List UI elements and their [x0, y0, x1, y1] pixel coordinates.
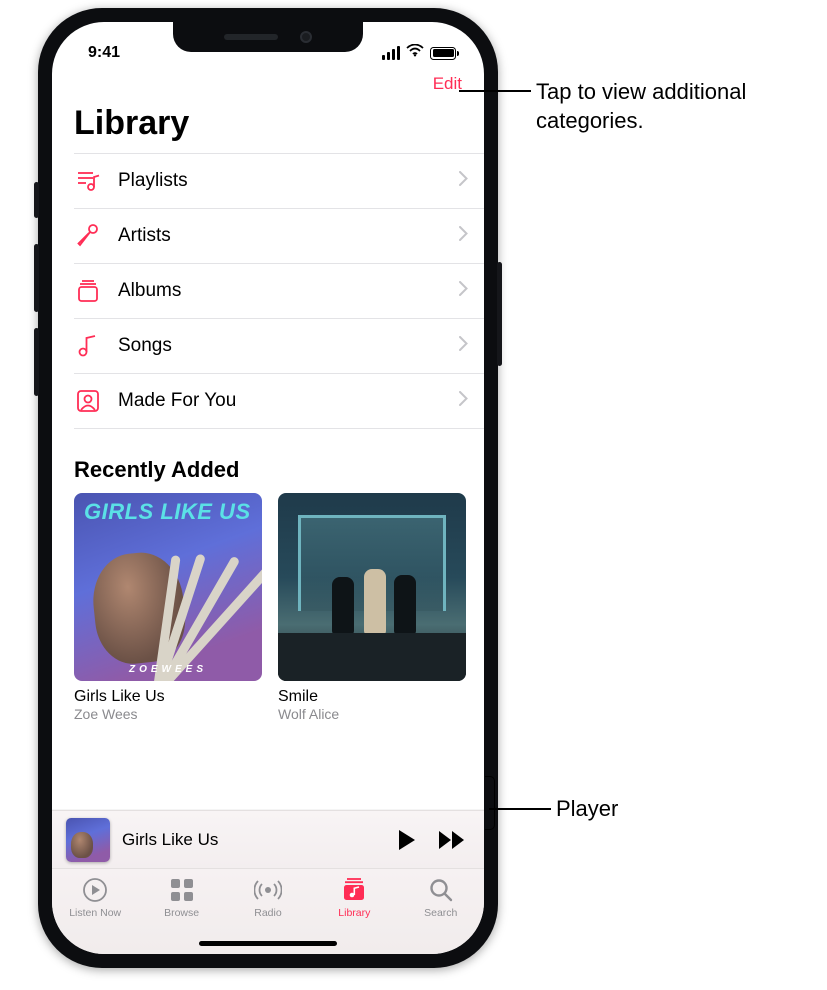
category-playlists[interactable]: Playlists: [74, 153, 484, 209]
side-button: [34, 182, 39, 218]
album-item[interactable]: Smile Wolf Alice: [278, 493, 466, 722]
tab-label: Radio: [254, 907, 281, 919]
cover-title-text: GIRLS LIKE US: [84, 499, 252, 525]
tab-search[interactable]: Search: [405, 876, 477, 954]
grid-icon: [170, 876, 194, 904]
callout-text: Tap to view additional categories.: [536, 79, 746, 133]
battery-icon: [430, 47, 456, 60]
edit-button[interactable]: Edit: [433, 74, 462, 94]
cellular-icon: [382, 46, 400, 60]
chevron-right-icon: [459, 171, 468, 191]
tab-label: Search: [424, 907, 457, 919]
callout-text: Player: [556, 796, 618, 821]
chevron-right-icon: [459, 391, 468, 411]
status-time: 9:41: [88, 44, 120, 62]
playlist-icon: [74, 167, 102, 195]
volume-down-button: [34, 328, 39, 396]
callout-player: Player: [556, 795, 618, 824]
chevron-right-icon: [459, 336, 468, 356]
category-label: Songs: [118, 335, 443, 357]
tab-listen-now[interactable]: Listen Now: [59, 876, 131, 954]
category-list: Playlists Artists Albums: [52, 153, 484, 429]
chevron-right-icon: [459, 281, 468, 301]
cover-artist-credit: ZOEWEES: [74, 664, 262, 675]
play-circle-icon: [82, 876, 108, 904]
now-playing-cover[interactable]: [66, 818, 110, 862]
phone-frame: 9:41 Edit Library Playlists: [38, 8, 498, 968]
category-label: Artists: [118, 225, 443, 247]
library-icon: [341, 876, 367, 904]
tab-bar: Listen Now Browse Radio Library Search: [52, 868, 484, 954]
category-label: Made For You: [118, 390, 443, 412]
chevron-right-icon: [459, 226, 468, 246]
category-songs[interactable]: Songs: [74, 319, 484, 374]
tab-label: Listen Now: [69, 907, 121, 919]
search-icon: [429, 876, 453, 904]
radio-icon: [254, 876, 282, 904]
home-indicator[interactable]: [199, 941, 337, 946]
category-label: Albums: [118, 280, 443, 302]
album-icon: [74, 277, 102, 305]
note-icon: [74, 332, 102, 360]
category-albums[interactable]: Albums: [74, 264, 484, 319]
category-artists[interactable]: Artists: [74, 209, 484, 264]
play-button[interactable]: [390, 823, 424, 857]
next-track-button[interactable]: [436, 823, 470, 857]
recently-added-list[interactable]: GIRLS LIKE US ZOEWEES Girls Like Us Zoe …: [52, 493, 484, 722]
album-artist: Zoe Wees: [74, 706, 262, 722]
now-playing-title: Girls Like Us: [122, 830, 378, 850]
recently-added-heading: Recently Added: [52, 429, 484, 493]
album-item[interactable]: GIRLS LIKE US ZOEWEES Girls Like Us Zoe …: [74, 493, 262, 722]
album-title: Smile: [278, 688, 466, 706]
category-made-for-you[interactable]: Made For You: [74, 374, 484, 429]
volume-up-button: [34, 244, 39, 312]
album-title: Girls Like Us: [74, 688, 262, 706]
tab-label: Browse: [164, 907, 199, 919]
album-artist: Wolf Alice: [278, 706, 466, 722]
microphone-icon: [74, 222, 102, 250]
mini-player[interactable]: Girls Like Us: [52, 810, 484, 868]
wifi-icon: [406, 44, 424, 62]
person-square-icon: [74, 387, 102, 415]
callout-bracket: [485, 776, 495, 830]
category-label: Playlists: [118, 170, 443, 192]
tab-label: Library: [338, 907, 370, 919]
screen: 9:41 Edit Library Playlists: [52, 22, 484, 954]
notch: [173, 22, 363, 52]
page-title: Library: [52, 104, 484, 153]
callout-edit: Tap to view additional categories.: [536, 78, 806, 135]
album-cover[interactable]: [278, 493, 466, 681]
power-button: [497, 262, 502, 366]
album-cover[interactable]: GIRLS LIKE US ZOEWEES: [74, 493, 262, 681]
